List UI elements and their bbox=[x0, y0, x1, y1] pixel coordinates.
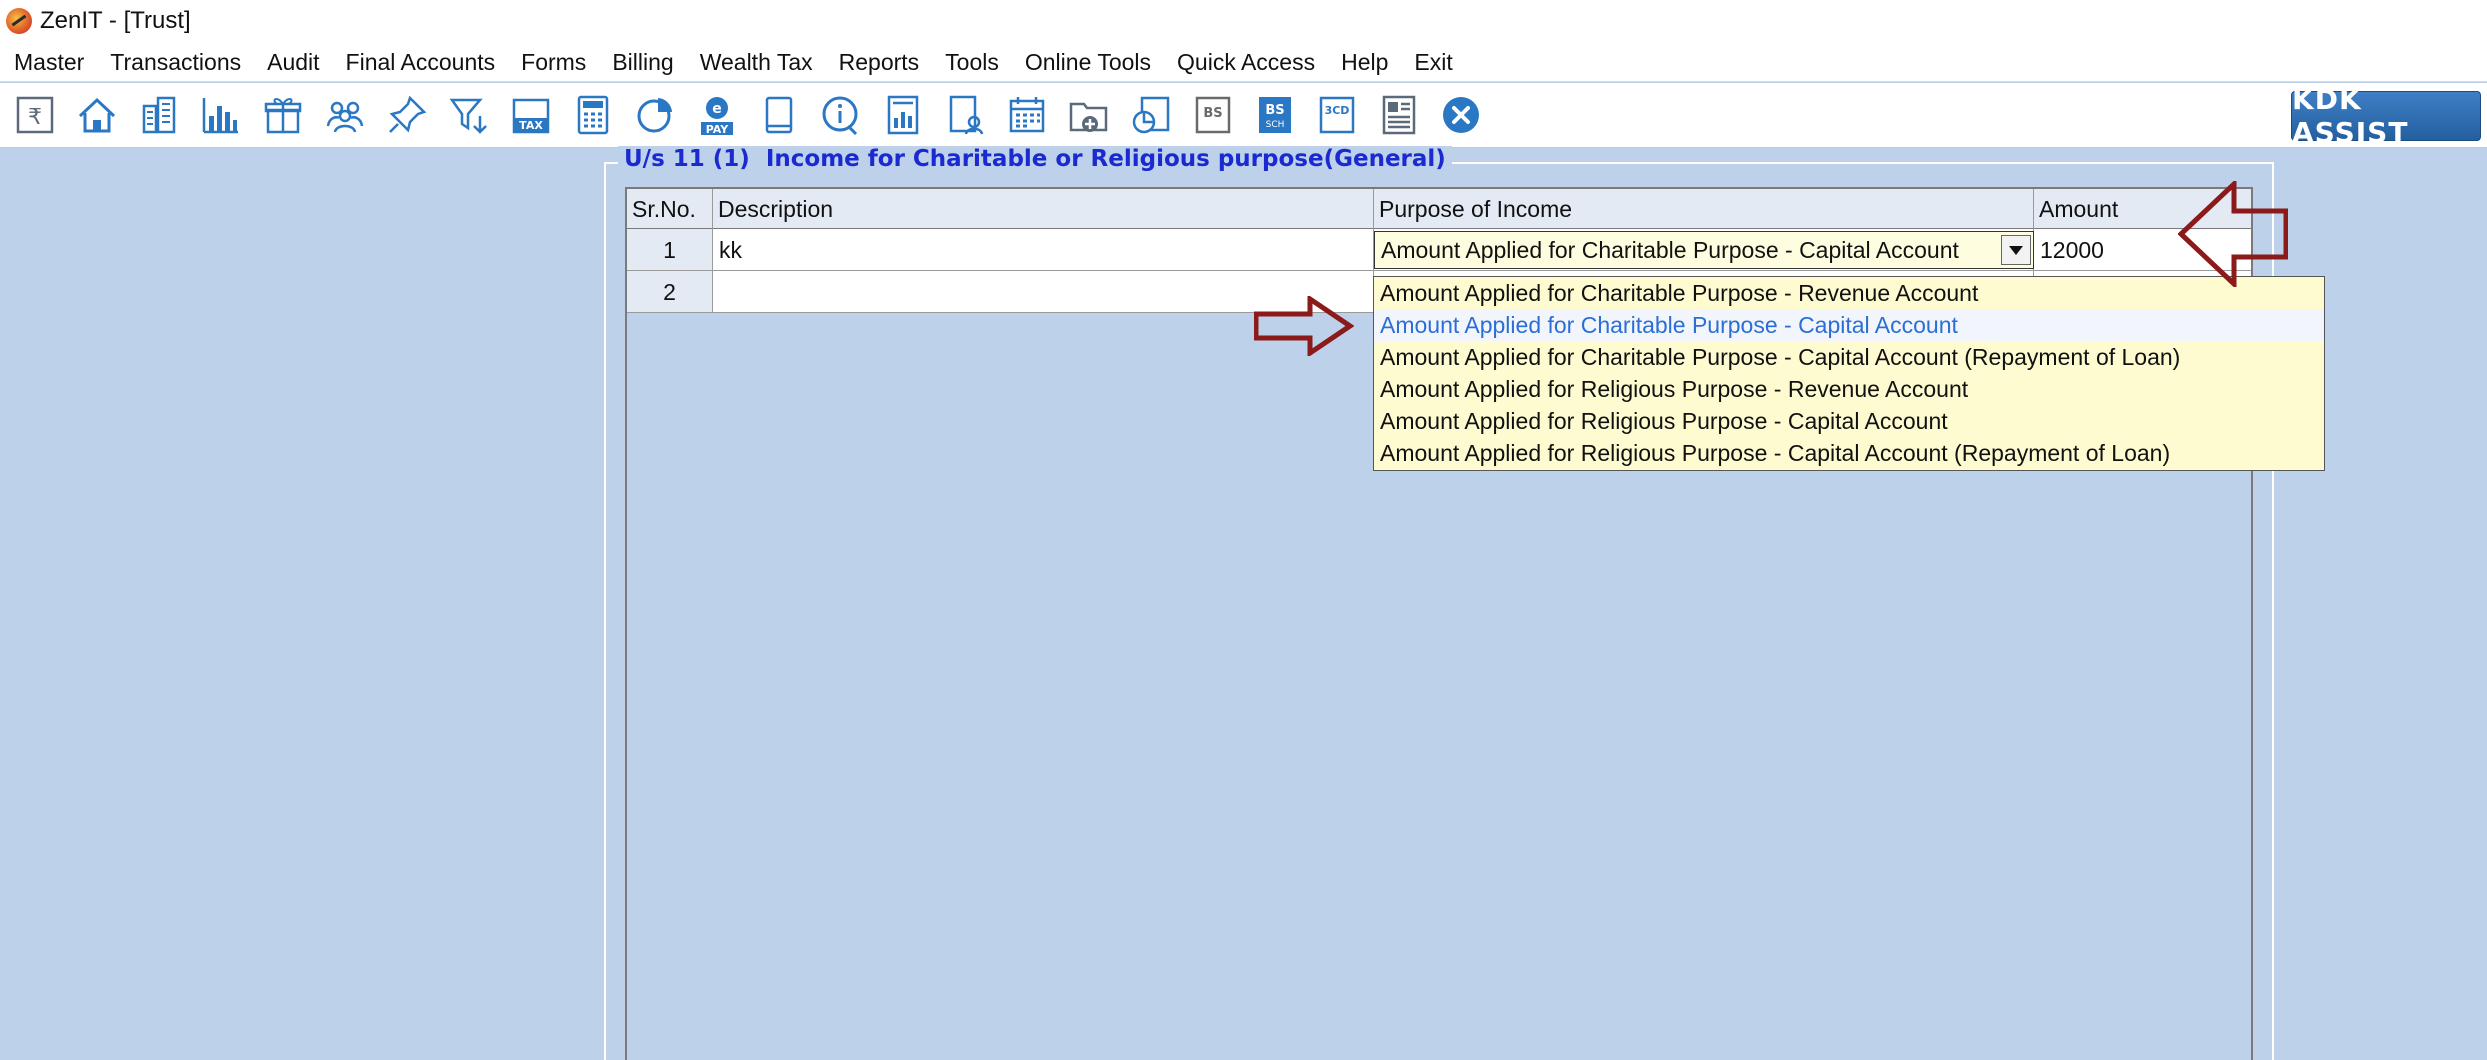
pay-icon-label: PAY bbox=[706, 123, 730, 136]
window-title: ZenIT - [Trust] bbox=[40, 7, 191, 34]
home-icon[interactable] bbox=[68, 87, 126, 143]
row-sr-no: 2 bbox=[627, 271, 713, 313]
menu-bar: Master Transactions Audit Final Accounts… bbox=[0, 42, 2487, 82]
sch-icon-label: SCH bbox=[1266, 120, 1285, 130]
row-sr-no: 1 bbox=[627, 229, 713, 271]
purpose-combobox-value: Amount Applied for Charitable Purpose - … bbox=[1381, 237, 1959, 263]
chart-document-icon[interactable] bbox=[1122, 87, 1180, 143]
table-row: 1 kk Amount Applied for Charitable Purpo… bbox=[627, 229, 2251, 271]
bs-sch-icon[interactable]: BS SCH bbox=[1246, 87, 1304, 143]
svg-text:₹: ₹ bbox=[28, 105, 42, 130]
menu-quick-access[interactable]: Quick Access bbox=[1164, 44, 1328, 80]
buildings-icon[interactable] bbox=[130, 87, 188, 143]
bar-chart-icon[interactable] bbox=[192, 87, 250, 143]
svg-text:e: e bbox=[712, 101, 722, 117]
tax-icon[interactable]: TAX bbox=[502, 87, 560, 143]
dropdown-option-selected[interactable]: Amount Applied for Charitable Purpose - … bbox=[1374, 309, 2324, 341]
menu-exit[interactable]: Exit bbox=[1401, 44, 1465, 80]
bs-icon-label: BS bbox=[1203, 106, 1222, 121]
app-logo-icon bbox=[6, 8, 32, 34]
menu-master[interactable]: Master bbox=[4, 44, 97, 80]
menu-online-tools[interactable]: Online Tools bbox=[1012, 44, 1164, 80]
menu-final-accounts[interactable]: Final Accounts bbox=[333, 44, 509, 80]
description-cell[interactable]: kk bbox=[713, 229, 1374, 271]
purpose-combobox[interactable]: Amount Applied for Charitable Purpose - … bbox=[1374, 231, 2034, 269]
calendar-icon[interactable] bbox=[998, 87, 1056, 143]
title-bar: ZenIT - [Trust] bbox=[0, 0, 2487, 42]
dropdown-option[interactable]: Amount Applied for Charitable Purpose - … bbox=[1374, 341, 2324, 373]
bs-icon[interactable]: BS bbox=[1184, 87, 1242, 143]
dropdown-option[interactable]: Amount Applied for Religious Purpose - R… bbox=[1374, 373, 2324, 405]
chevron-down-icon[interactable] bbox=[2001, 235, 2031, 265]
info-icon[interactable] bbox=[812, 87, 870, 143]
gift-icon[interactable] bbox=[254, 87, 312, 143]
users-group-icon[interactable] bbox=[316, 87, 374, 143]
menu-audit[interactable]: Audit bbox=[254, 44, 332, 80]
menu-billing[interactable]: Billing bbox=[599, 44, 686, 80]
pin-icon[interactable] bbox=[378, 87, 436, 143]
kdk-assist-button[interactable]: KDK ASSIST bbox=[2291, 83, 2481, 149]
header-sr-no[interactable]: Sr.No. bbox=[627, 189, 713, 229]
close-icon[interactable] bbox=[1432, 87, 1490, 143]
calculator-icon[interactable] bbox=[564, 87, 622, 143]
epay-icon[interactable]: e PAY bbox=[688, 87, 746, 143]
menu-reports[interactable]: Reports bbox=[826, 44, 933, 80]
menu-wealth-tax[interactable]: Wealth Tax bbox=[687, 44, 826, 80]
menu-help[interactable]: Help bbox=[1328, 44, 1401, 80]
user-document-icon[interactable] bbox=[936, 87, 994, 143]
tax-icon-label: TAX bbox=[519, 119, 543, 132]
header-description[interactable]: Description bbox=[713, 189, 1374, 229]
grid-header: Sr.No. Description Purpose of Income Amo… bbox=[627, 189, 2251, 229]
3cd-icon-label: 3CD bbox=[1325, 104, 1350, 117]
bs-sch-icon-label: BS bbox=[1265, 103, 1284, 118]
dropdown-option[interactable]: Amount Applied for Religious Purpose - C… bbox=[1374, 437, 2324, 469]
header-purpose[interactable]: Purpose of Income bbox=[1374, 189, 2034, 229]
filter-icon[interactable] bbox=[440, 87, 498, 143]
annotation-arrow-right-icon bbox=[1254, 296, 1354, 356]
menu-forms[interactable]: Forms bbox=[508, 44, 599, 80]
panel-title: U/s 11 (1) Income for Charitable or Reli… bbox=[618, 146, 1452, 172]
purpose-dropdown-list: Amount Applied for Charitable Purpose - … bbox=[1373, 276, 2325, 471]
folder-add-icon[interactable] bbox=[1060, 87, 1118, 143]
book-icon[interactable] bbox=[750, 87, 808, 143]
3cd-icon[interactable]: 3CD bbox=[1308, 87, 1366, 143]
menu-tools[interactable]: Tools bbox=[932, 44, 1012, 80]
annotation-arrow-left-icon bbox=[2178, 181, 2288, 287]
report-icon[interactable] bbox=[874, 87, 932, 143]
pie-chart-icon[interactable] bbox=[626, 87, 684, 143]
menu-transactions[interactable]: Transactions bbox=[97, 44, 254, 80]
toolbar: ₹ TAX e PAY BS BS SCH 3CD KDK ASSIST bbox=[0, 83, 2487, 149]
form-icon[interactable] bbox=[1370, 87, 1428, 143]
dropdown-option[interactable]: Amount Applied for Religious Purpose - C… bbox=[1374, 405, 2324, 437]
rupee-ledger-icon[interactable]: ₹ bbox=[6, 87, 64, 143]
